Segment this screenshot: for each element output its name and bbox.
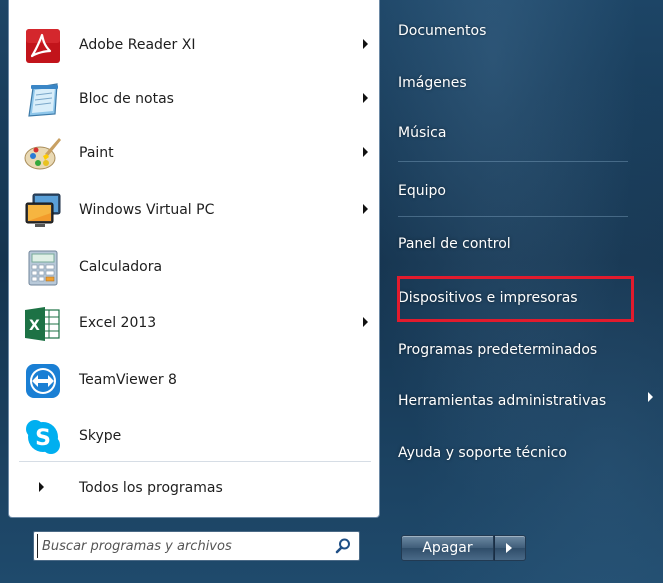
highlight-box — [397, 276, 634, 322]
place-herramientas-administrativas[interactable]: Herramientas administrativas — [398, 382, 606, 420]
shutdown-options-button[interactable] — [494, 535, 526, 561]
submenu-arrow-icon[interactable] — [363, 93, 368, 103]
place-ayuda-y-soporte[interactable]: Ayuda y soporte técnico — [398, 434, 567, 472]
programs-pane: Adobe Reader XI Bloc de notas Paint Wind… — [8, 0, 380, 518]
separator — [398, 216, 628, 217]
program-excel[interactable]: X Excel 2013 — [9, 298, 379, 348]
program-label: Windows Virtual PC — [79, 202, 215, 218]
search-input[interactable] — [37, 534, 322, 558]
calculator-icon — [23, 248, 63, 288]
notepad-icon — [23, 80, 63, 120]
program-teamviewer[interactable]: TeamViewer 8 — [9, 355, 379, 405]
submenu-arrow-icon[interactable] — [648, 392, 653, 402]
program-adobe-reader[interactable]: Adobe Reader XI — [9, 20, 379, 70]
virtual-pc-icon — [23, 191, 63, 231]
program-virtual-pc[interactable]: Windows Virtual PC — [9, 185, 379, 235]
place-musica[interactable]: Música — [398, 114, 446, 152]
program-paint[interactable]: Paint — [9, 128, 379, 178]
place-panel-de-control[interactable]: Panel de control — [398, 225, 511, 263]
program-calculator[interactable]: Calculadora — [9, 242, 379, 292]
program-label: TeamViewer 8 — [79, 372, 177, 388]
all-programs-item[interactable]: Todos los programas — [9, 468, 379, 508]
place-equipo[interactable]: Equipo — [398, 172, 446, 210]
teamviewer-icon — [23, 361, 63, 401]
adobe-reader-icon — [23, 26, 63, 66]
place-documentos[interactable]: Documentos — [398, 12, 486, 50]
place-imagenes[interactable]: Imágenes — [398, 64, 467, 102]
expand-arrow-icon — [39, 482, 44, 492]
submenu-arrow-icon[interactable] — [363, 39, 368, 49]
svg-text:X: X — [29, 318, 40, 334]
start-menu: Adobe Reader XI Bloc de notas Paint Wind… — [0, 0, 663, 583]
program-label: Adobe Reader XI — [79, 37, 196, 53]
program-label: Paint — [79, 145, 114, 161]
program-label: Bloc de notas — [79, 91, 174, 107]
search-icon[interactable] — [334, 537, 352, 555]
place-programas-predeterminados[interactable]: Programas predeterminados — [398, 331, 597, 369]
program-label: Skype — [79, 428, 122, 444]
paint-icon — [23, 134, 63, 174]
program-label: Excel 2013 — [79, 315, 157, 331]
program-notepad[interactable]: Bloc de notas — [9, 74, 379, 124]
excel-icon: X — [23, 304, 63, 344]
chevron-right-icon — [506, 543, 512, 553]
shutdown-button[interactable]: Apagar — [401, 535, 494, 561]
all-programs-label: Todos los programas — [79, 480, 223, 496]
separator — [19, 461, 371, 462]
submenu-arrow-icon[interactable] — [363, 204, 368, 214]
skype-icon: S — [23, 417, 63, 457]
search-box[interactable] — [33, 531, 360, 561]
submenu-arrow-icon[interactable] — [363, 317, 368, 327]
svg-text:S: S — [35, 426, 51, 451]
submenu-arrow-icon[interactable] — [363, 147, 368, 157]
program-label: Calculadora — [79, 259, 163, 275]
program-skype[interactable]: S Skype — [9, 411, 379, 461]
separator — [398, 161, 628, 162]
